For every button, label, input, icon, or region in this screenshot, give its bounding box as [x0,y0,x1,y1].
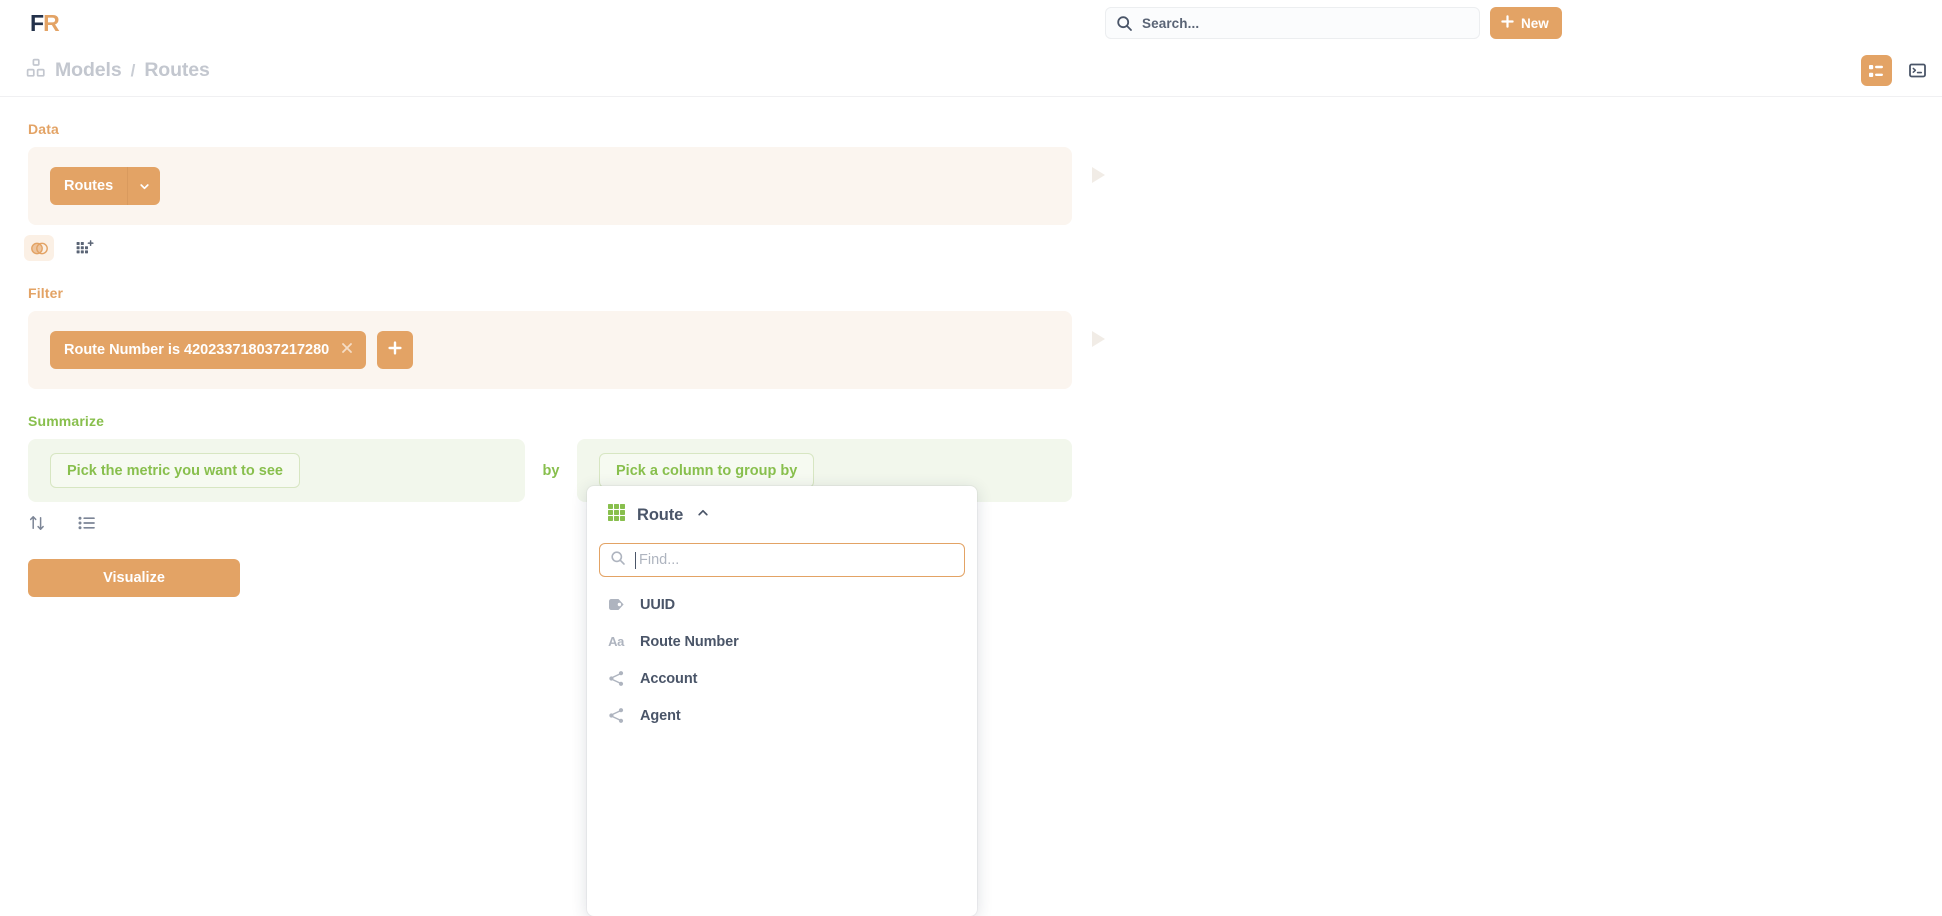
pick-metric-label: Pick the metric you want to see [67,463,283,479]
search-icon [610,550,626,571]
close-icon[interactable] [340,341,354,360]
list-item-label: Agent [640,708,681,724]
summarize-by-label: by [525,439,577,502]
column-list: UUID Aa Route Number Account [587,577,977,734]
list-item[interactable]: Agent [587,697,977,734]
summarize-step-tools [28,514,1942,537]
top-bar: FR Search... New [0,0,1942,47]
header-actions: S [1861,55,1942,86]
summarize-metric-area: Pick the metric you want to see [28,439,525,502]
native-query-console-icon[interactable] [1902,55,1933,86]
chevron-up-icon[interactable] [696,506,710,525]
run-data-step-button[interactable] [1092,167,1105,183]
column-find-wrap: Find... [587,527,977,577]
list-item-label: Account [640,671,697,687]
logo-letter-f: F [30,10,43,36]
visualize-label: Visualize [103,570,165,586]
data-step-box: Routes [28,147,1072,225]
visualize-button[interactable]: Visualize [28,559,240,597]
model-icon [26,58,46,83]
new-button[interactable]: New [1490,7,1562,39]
column-picker-title: Route [637,506,683,525]
breadcrumb: Models / Routes [26,58,210,83]
chevron-down-icon[interactable] [127,167,160,205]
pick-metric-button[interactable]: Pick the metric you want to see [50,453,300,488]
table-grid-icon [607,503,626,527]
data-step-label: Data [28,121,1942,137]
list-item[interactable]: Account [587,660,977,697]
add-filter-button[interactable] [377,331,413,369]
plus-icon [387,340,403,361]
pick-groupby-label: Pick a column to group by [616,463,797,479]
text-icon: Aa [607,634,625,649]
data-step: Data Routes [0,97,1942,261]
filter-chip[interactable]: Route Number is 420233718037217280 [50,331,366,369]
new-button-label: New [1521,16,1549,31]
list-item[interactable]: UUID [587,586,977,623]
breadcrumb-separator: / [131,61,136,81]
list-item-label: UUID [640,597,675,613]
pick-groupby-column-button[interactable]: Pick a column to group by [599,453,814,488]
data-step-tools [24,235,1942,261]
filter-chip-label: Route Number is 420233718037217280 [64,342,329,358]
join-data-icon[interactable] [24,235,54,261]
column-find-input[interactable]: Find... [599,543,965,577]
notebook-editor-icon[interactable] [1861,55,1892,86]
sort-icon[interactable] [28,514,48,537]
filter-step-box: Route Number is 420233718037217280 [28,311,1072,389]
text-cursor [635,552,636,569]
column-picker-popup: Route Find... UUID Aa Route Number [587,486,977,916]
breadcrumb-current[interactable]: Routes [144,59,210,82]
data-source-label: Routes [50,167,127,205]
search-input[interactable]: Search... [1105,7,1480,39]
connection-icon [607,707,625,724]
list-item[interactable]: Aa Route Number [587,623,977,660]
run-filter-step-button[interactable] [1092,331,1105,347]
header-row: Models / Routes S [0,47,1942,97]
plus-icon [1500,14,1515,32]
data-source-button[interactable]: Routes [50,167,160,205]
breadcrumb-parent[interactable]: Models [55,59,122,82]
column-picker-header[interactable]: Route [587,486,977,527]
tag-icon [607,598,625,611]
search-icon [1116,15,1133,32]
row-limit-icon[interactable] [78,515,96,536]
logo-letter-r: R [43,10,59,36]
pick-columns-icon[interactable] [70,235,100,261]
connection-icon [607,670,625,687]
summarize-step-label: Summarize [28,413,1942,429]
column-find-placeholder: Find... [639,552,679,568]
summarize-step-box: Pick the metric you want to see by Pick … [28,439,1942,502]
filter-step-label: Filter [28,285,1942,301]
app-logo[interactable]: FR [30,10,59,36]
list-item-label: Route Number [640,634,739,650]
search-placeholder: Search... [1142,16,1199,31]
filter-step: Filter Route Number is 42023371803721728… [0,261,1942,389]
